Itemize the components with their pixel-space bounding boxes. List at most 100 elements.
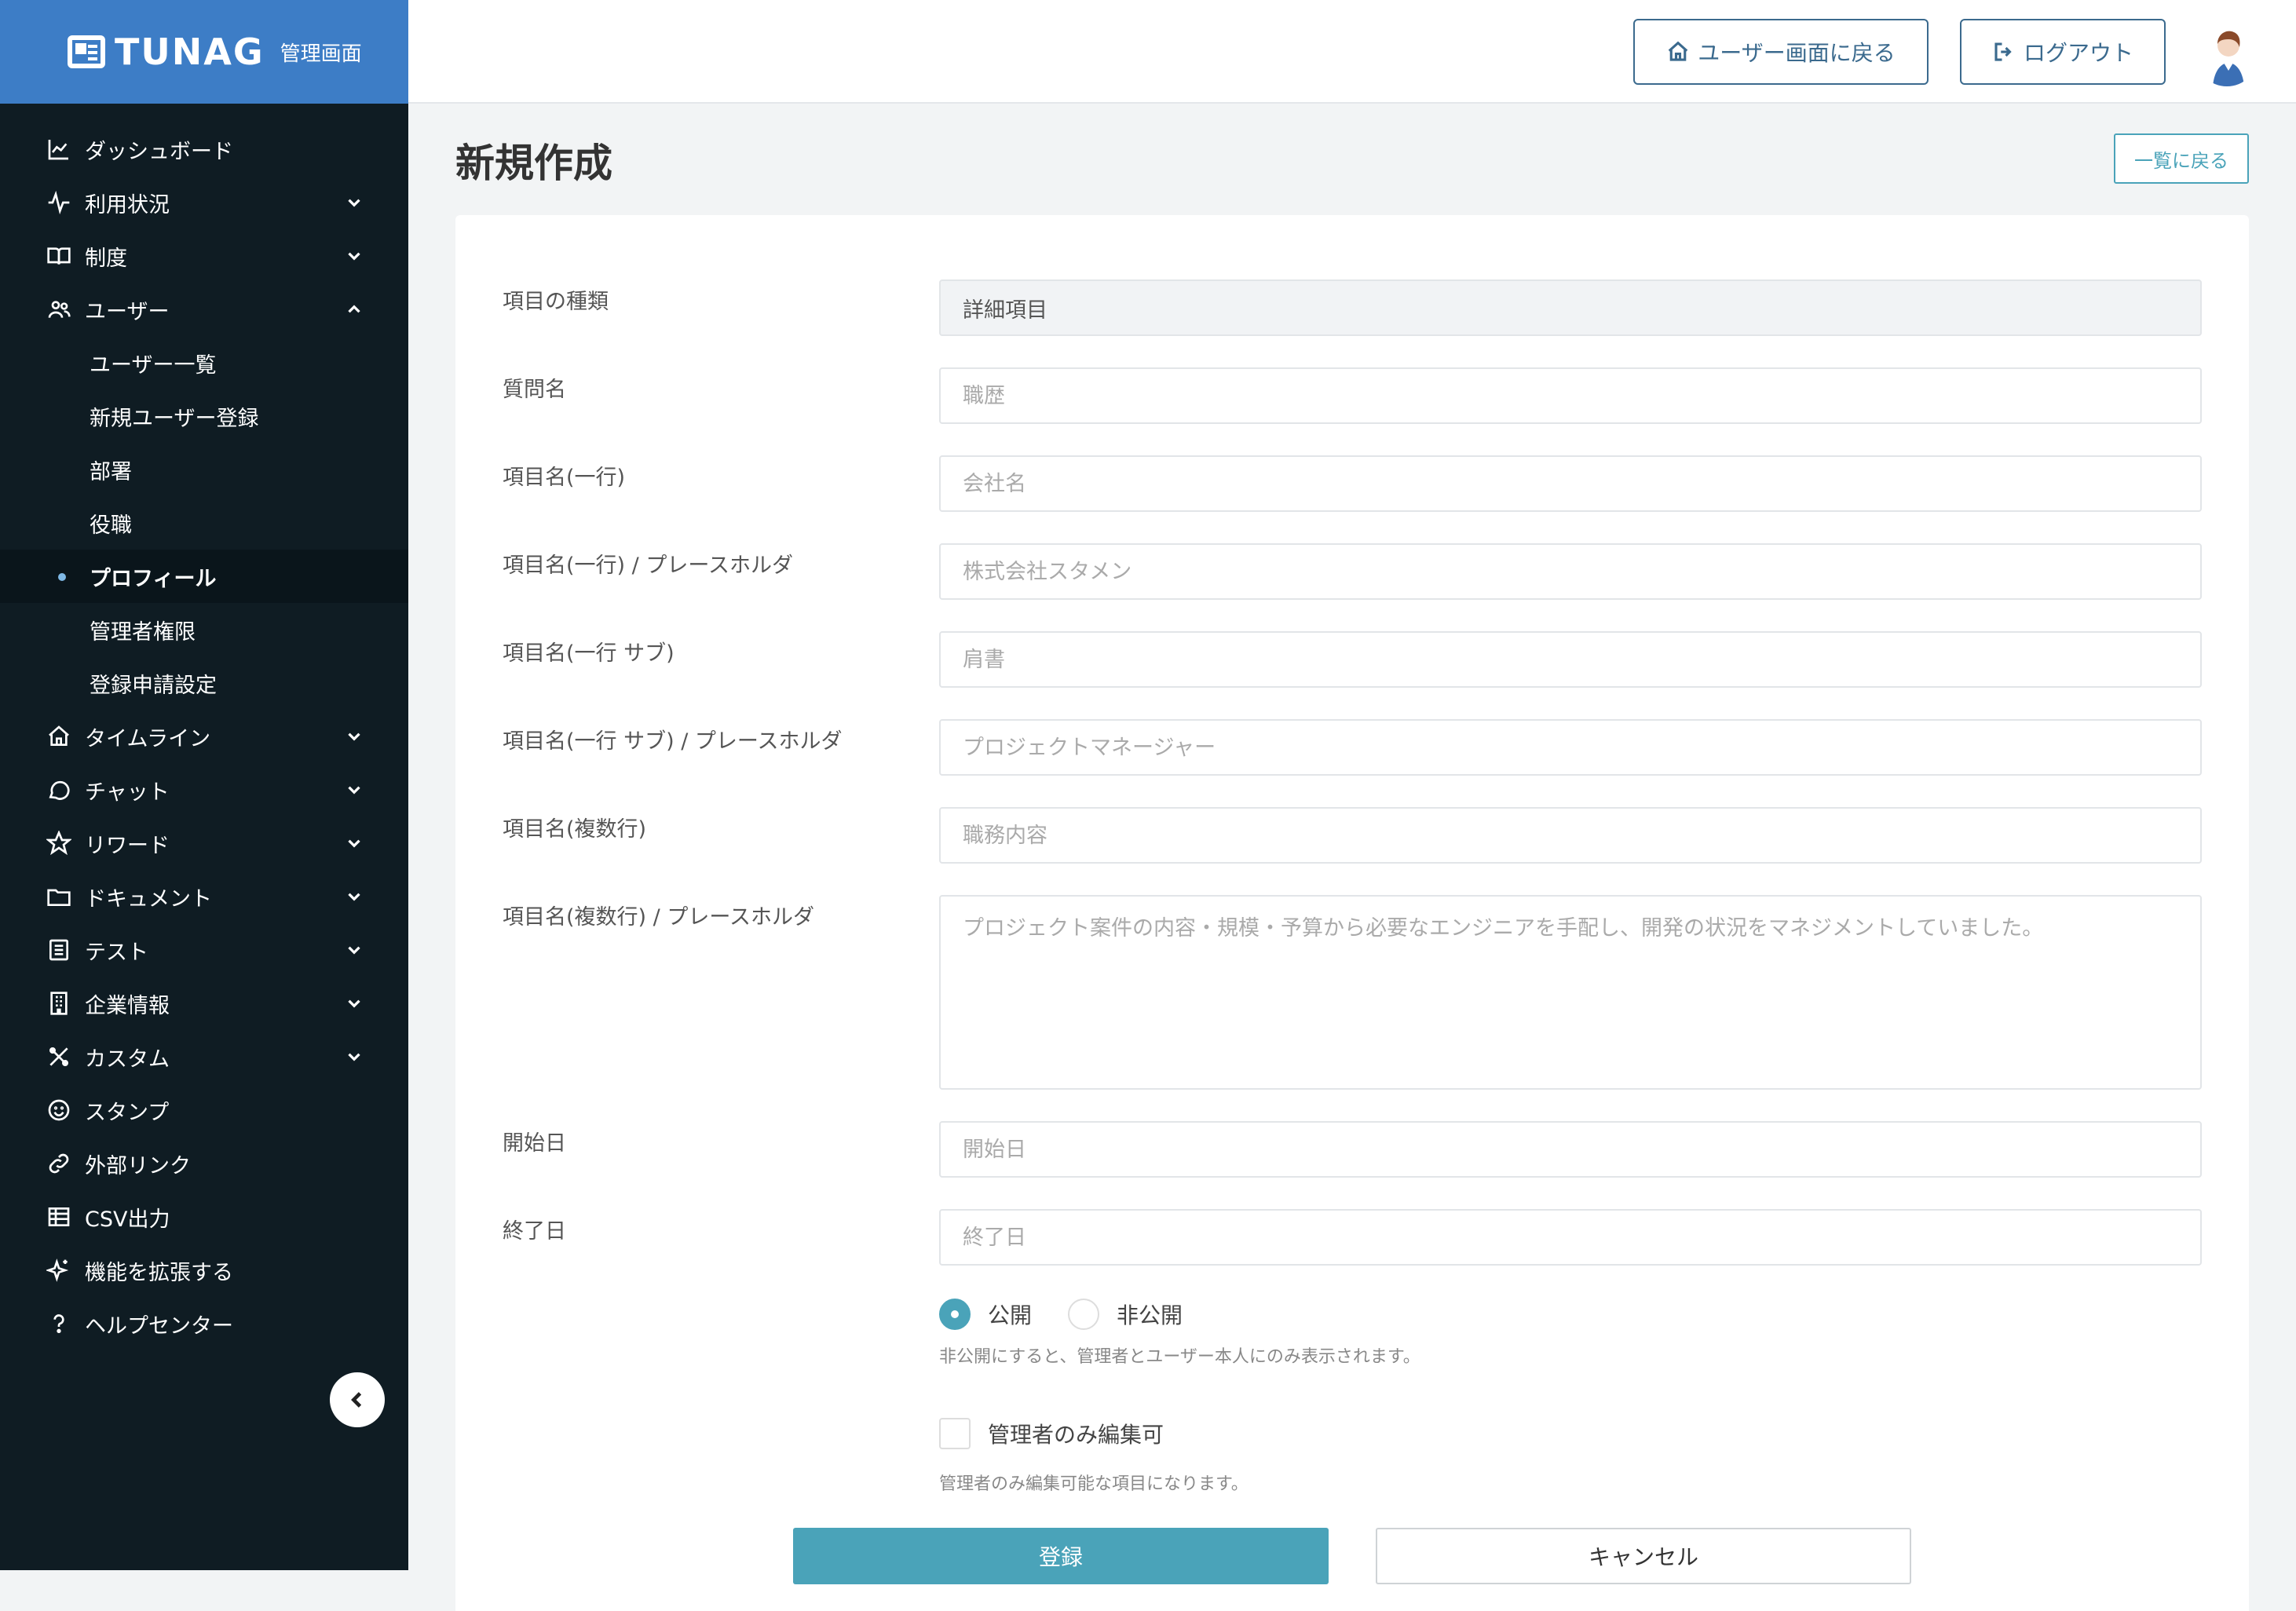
sidebar-subitem-department[interactable]: 部署 [0, 443, 408, 496]
sidebar-item-label: 企業情報 [85, 993, 170, 1018]
chevron-down-icon [344, 246, 364, 266]
form-card: 項目の種類 詳細項目 質問名 項目名(一行) 項目名(一行) / プレースホルダ… [455, 215, 2249, 1611]
sidebar-item-system[interactable]: 制度 [0, 229, 408, 283]
sidebar-subitem-profile[interactable]: プロフィール [0, 550, 408, 603]
sidebar-item-label: CSV出力 [85, 1207, 170, 1232]
field-label: 質問名 [503, 378, 566, 402]
visibility-radio-group: 公開 非公開 [939, 1299, 1219, 1330]
sidebar-item-chat[interactable]: チャット [0, 763, 408, 816]
sidebar-item-label: リワード [85, 833, 170, 858]
sidebar-subitem-position[interactable]: 役職 [0, 496, 408, 550]
sidebar-item-label: ドキュメント [85, 886, 212, 911]
field-label: 項目名(一行) / プレースホルダ [503, 553, 793, 578]
sidebar-collapse-button[interactable] [330, 1372, 385, 1427]
activity-icon [46, 189, 72, 216]
sidebar-item-label: テスト [85, 940, 148, 965]
sidebar-item-label: スタンプ [85, 1100, 170, 1125]
end-date-input[interactable] [939, 1209, 2202, 1266]
sidebar-item-csv[interactable]: CSV出力 [0, 1190, 408, 1244]
tools-icon [46, 1043, 72, 1070]
cancel-button[interactable]: キャンセル [1376, 1528, 1911, 1584]
checklist-icon [46, 937, 72, 963]
sidebar-item-label: カスタム [85, 1047, 170, 1072]
sidebar-subitem-admin-rights[interactable]: 管理者権限 [0, 603, 408, 656]
chevron-down-icon [344, 1047, 364, 1067]
field-label: 項目名(一行 サブ) [503, 641, 675, 666]
logout-button[interactable]: ログアウト [1960, 19, 2166, 85]
start-date-input[interactable] [939, 1121, 2202, 1178]
sidebar-item-users[interactable]: ユーザー [0, 283, 408, 336]
link-icon [46, 1150, 72, 1177]
single-line-placeholder-input[interactable] [939, 543, 2202, 600]
folder-icon [46, 883, 72, 910]
multi-line-input[interactable] [939, 807, 2202, 864]
logo-bar[interactable]: TUNAG 管理画面 [0, 0, 408, 104]
sidebar-item-label: 外部リンク [85, 1153, 191, 1178]
user-screen-button[interactable]: ユーザー画面に戻る [1633, 19, 1929, 85]
sidebar-item-dashboard[interactable]: ダッシュボード [0, 122, 408, 176]
field-label: 開始日 [503, 1131, 566, 1156]
private-radio[interactable] [1068, 1299, 1100, 1330]
sidebar-item-test[interactable]: テスト [0, 923, 408, 977]
sidebar-item-external-link[interactable]: 外部リンク [0, 1137, 408, 1190]
top-header: ユーザー画面に戻る ログアウト [408, 0, 2296, 104]
chevron-down-icon [344, 993, 364, 1014]
submit-button[interactable]: 登録 [793, 1528, 1329, 1584]
sidebar-item-label: ユーザー [85, 299, 170, 324]
chevron-left-icon [351, 1392, 362, 1408]
field-label: 終了日 [503, 1219, 566, 1244]
sidebar-subitem-user-list[interactable]: ユーザー一覧 [0, 336, 408, 389]
type-field: 詳細項目 [939, 279, 2202, 336]
sidebar-item-label: ヘルプセンター [85, 1313, 233, 1339]
public-radio[interactable] [939, 1299, 971, 1330]
sidebar-item-company[interactable]: 企業情報 [0, 977, 408, 1030]
chevron-up-icon [344, 299, 364, 320]
field-label: 項目名(一行) [503, 466, 626, 490]
sidebar-subitem-new-user[interactable]: 新規ユーザー登録 [0, 389, 408, 443]
smile-icon [46, 1097, 72, 1123]
sidebar-item-stamp[interactable]: スタンプ [0, 1083, 408, 1137]
sidebar-subitem-registration-settings[interactable]: 登録申請設定 [0, 656, 408, 710]
sidebar: TUNAG 管理画面 ダッシュボード 利用状況 制度 ユーザー ユーザー一覧 新… [0, 0, 408, 1570]
sidebar-item-usage[interactable]: 利用状況 [0, 176, 408, 229]
back-to-list-button[interactable]: 一覧に戻る [2114, 133, 2249, 184]
logout-label: ログアウト [2023, 40, 2133, 66]
sidebar-item-label: タイムライン [85, 726, 211, 751]
logo-icon [68, 35, 105, 68]
sidebar-item-label: チャット [85, 780, 170, 805]
home-icon [46, 723, 72, 750]
avatar[interactable] [2195, 24, 2258, 86]
field-label: 項目名(複数行) / プレースホルダ [503, 905, 814, 930]
sidebar-item-timeline[interactable]: タイムライン [0, 710, 408, 763]
sidebar-nav: ダッシュボード 利用状況 制度 ユーザー ユーザー一覧 新規ユーザー登録 部署 … [0, 104, 408, 1350]
single-line-input[interactable] [939, 455, 2202, 512]
star-icon [46, 830, 72, 857]
question-input[interactable] [939, 367, 2202, 424]
sidebar-item-label: 制度 [85, 246, 127, 271]
chevron-down-icon [344, 886, 364, 907]
chat-icon [46, 776, 72, 803]
chevron-down-icon [344, 192, 364, 213]
help-icon [46, 1310, 72, 1337]
public-radio-label[interactable]: 公開 [988, 1299, 1032, 1330]
sidebar-item-label: ダッシュボード [85, 139, 233, 164]
private-radio-label[interactable]: 非公開 [1117, 1299, 1183, 1330]
page-title: 新規作成 [455, 141, 612, 186]
admin-only-checkbox[interactable] [939, 1418, 971, 1449]
multi-line-placeholder-textarea[interactable] [939, 895, 2202, 1090]
sparkle-icon [46, 1257, 72, 1284]
sidebar-item-custom[interactable]: カスタム [0, 1030, 408, 1083]
visibility-help-text: 非公開にすると、管理者とユーザー本人にのみ表示されます。 [939, 1347, 1420, 1367]
sidebar-item-document[interactable]: ドキュメント [0, 870, 408, 923]
sidebar-item-reward[interactable]: リワード [0, 816, 408, 870]
admin-only-label[interactable]: 管理者のみ編集可 [988, 1418, 1164, 1449]
field-label: 項目名(複数行) [503, 817, 647, 842]
logout-icon [1994, 42, 2012, 61]
admin-only-check-row: 管理者のみ編集可 [939, 1418, 1164, 1449]
sidebar-item-help[interactable]: ヘルプセンター [0, 1297, 408, 1350]
sidebar-item-label: 機能を拡張する [85, 1260, 233, 1285]
single-line-sub-input[interactable] [939, 631, 2202, 688]
home-icon [1668, 41, 1688, 61]
sidebar-item-extend[interactable]: 機能を拡張する [0, 1244, 408, 1297]
single-line-sub-placeholder-input[interactable] [939, 719, 2202, 776]
